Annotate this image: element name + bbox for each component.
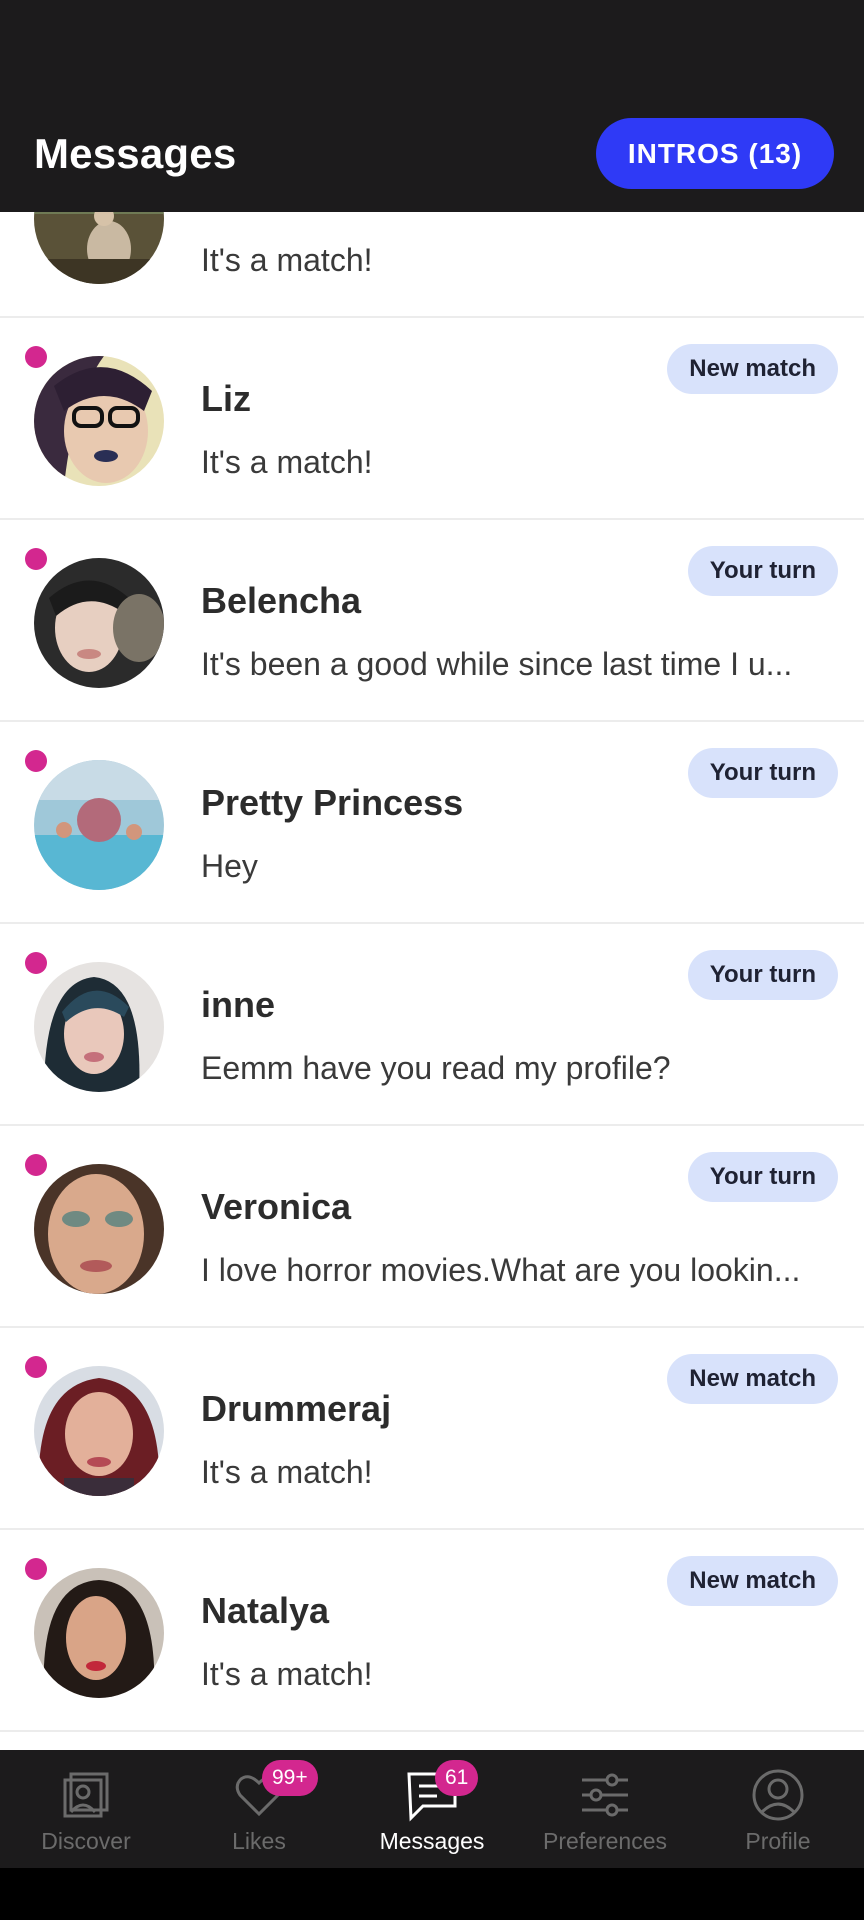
conversation-preview: It's a match! (201, 242, 373, 278)
conversation-row[interactable]: It's a match! (0, 212, 864, 318)
conversation-preview: It's a match! (201, 1454, 373, 1490)
conversation-preview: It's a match! (201, 1656, 373, 1692)
conversation-row[interactable]: Liz It's a match! New match (0, 318, 864, 520)
conversation-preview: Eemm have you read my profile? (201, 1050, 671, 1086)
unread-dot (25, 750, 47, 772)
tab-label: Likes (232, 1828, 286, 1854)
messages-count-badge: 61 (435, 1760, 479, 1796)
tab-label: Preferences (542, 1828, 667, 1854)
conversation-name: inne (201, 984, 276, 1025)
conversation-row[interactable]: Drummeraj It's a match! New match (0, 1328, 864, 1530)
conversation-list[interactable]: It's a match! Liz It's a match! New matc… (0, 212, 864, 1750)
conversation-row[interactable]: Natalya It's a match! New match (0, 1530, 864, 1732)
unread-dot (25, 952, 47, 974)
conversation-row[interactable]: Pretty Princess Hey Your turn (0, 722, 864, 924)
avatar (34, 962, 164, 1092)
conversation-name: Veronica (201, 1186, 352, 1227)
tab-label: Profile (745, 1828, 811, 1854)
sliders-icon (578, 1768, 632, 1822)
unread-dot (25, 1154, 47, 1176)
avatar (34, 1568, 164, 1698)
avatar (34, 558, 164, 688)
tab-label: Discover (41, 1828, 131, 1854)
intros-button-label: INTROS (13) (627, 137, 803, 169)
status-badge: Your turn (687, 748, 838, 798)
profile-icon (751, 1768, 805, 1822)
conversation-name: Drummeraj (201, 1388, 392, 1429)
unread-dot (25, 1356, 47, 1378)
conversation-row[interactable]: inne Eemm have you read my profile? Your… (0, 924, 864, 1126)
conversation-preview: I love horror movies.What are you lookin… (201, 1252, 801, 1288)
status-badge: Your turn (687, 950, 838, 1000)
avatar (34, 760, 164, 890)
conversation-name: Liz (201, 378, 251, 419)
status-badge: Your turn (687, 1152, 838, 1202)
status-badge: Your turn (687, 546, 838, 596)
status-badge: New match (667, 344, 838, 394)
unread-dot (25, 1558, 47, 1580)
tab-messages[interactable]: 61 Messages (346, 1750, 518, 1868)
tab-discover[interactable]: Discover (0, 1750, 172, 1868)
system-navigation-bar (0, 1868, 864, 1920)
avatar (34, 1164, 164, 1294)
conversation-row[interactable]: Belencha It's been a good while since la… (0, 520, 864, 722)
tab-profile[interactable]: Profile (692, 1750, 864, 1868)
conversation-preview: Hey (201, 848, 258, 884)
avatar (34, 212, 164, 284)
heart-icon: 99+ (232, 1760, 318, 1822)
conversation-preview: It's been a good while since last time I… (201, 646, 793, 682)
avatar (34, 1366, 164, 1496)
messages-icon: 61 (405, 1760, 479, 1822)
conversation-preview: It's a match! (201, 444, 373, 480)
unread-dot (25, 548, 47, 570)
status-badge: New match (667, 1354, 838, 1404)
status-badge: New match (667, 1556, 838, 1606)
conversation-name: Pretty Princess (201, 782, 464, 823)
conversation-name: Natalya (201, 1590, 330, 1631)
bottom-tab-bar: Discover 99+ Likes 61 Messages Preferenc… (0, 1750, 864, 1868)
likes-count-badge: 99+ (262, 1760, 318, 1796)
app-header: Messages INTROS (13) (0, 0, 864, 212)
discover-icon (59, 1768, 113, 1822)
intros-button[interactable]: INTROS (13) (596, 118, 834, 189)
conversation-name: Belencha (201, 580, 362, 621)
conversation-row[interactable]: Veronica I love horror movies.What are y… (0, 1126, 864, 1328)
tab-likes[interactable]: 99+ Likes (173, 1750, 345, 1868)
tab-preferences[interactable]: Preferences (519, 1750, 691, 1868)
avatar (34, 356, 164, 486)
tab-label: Messages (379, 1828, 485, 1854)
page-title: Messages (34, 130, 237, 177)
unread-dot (25, 346, 47, 368)
